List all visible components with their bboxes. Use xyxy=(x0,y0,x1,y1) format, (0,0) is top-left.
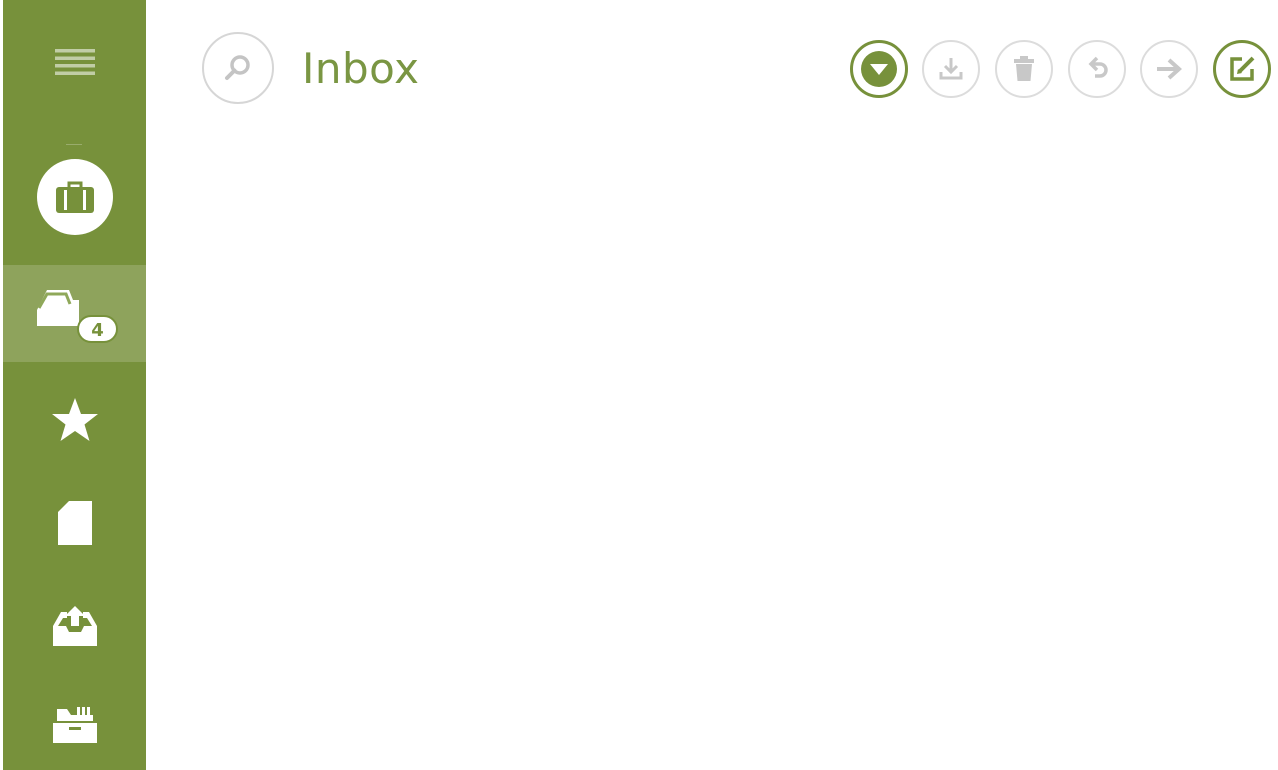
triangle-down-icon xyxy=(861,51,897,87)
sidebar-menu-button[interactable] xyxy=(3,36,146,92)
sidebar-item-archive[interactable] xyxy=(3,694,146,756)
dropdown-button[interactable] xyxy=(850,40,908,98)
briefcase-icon xyxy=(55,181,94,213)
archive-box-icon xyxy=(52,707,97,743)
sidebar: 4 xyxy=(3,0,146,770)
sidebar-item-briefcase[interactable] xyxy=(3,156,146,238)
download-button[interactable] xyxy=(922,40,980,98)
reply-button[interactable] xyxy=(1068,40,1126,98)
trash-icon xyxy=(1014,56,1034,81)
page-title: Inbox xyxy=(302,44,420,93)
sidebar-item-sent[interactable] xyxy=(3,590,146,662)
mail-app: 4 Inbox xyxy=(0,0,1278,770)
inbox-unread-badge: 4 xyxy=(77,315,118,343)
sidebar-item-drafts[interactable] xyxy=(3,488,146,558)
download-icon xyxy=(939,58,963,80)
compose-icon xyxy=(1230,56,1255,81)
sidebar-divider xyxy=(66,144,82,145)
search-button[interactable] xyxy=(202,32,274,104)
sidebar-item-inbox[interactable] xyxy=(3,265,146,362)
reply-icon xyxy=(1088,56,1108,78)
message-toolbar xyxy=(848,40,1276,100)
delete-button[interactable] xyxy=(995,40,1053,98)
forward-button[interactable] xyxy=(1140,40,1198,98)
star-icon xyxy=(51,398,98,441)
compose-button[interactable] xyxy=(1213,40,1271,98)
search-icon xyxy=(225,55,250,80)
menu-icon xyxy=(54,49,95,75)
document-icon xyxy=(57,501,92,545)
arrow-right-icon xyxy=(1157,58,1182,80)
sidebar-item-starred[interactable] xyxy=(3,385,146,455)
outbox-tray-icon xyxy=(52,606,97,646)
briefcase-button[interactable] xyxy=(36,159,113,235)
